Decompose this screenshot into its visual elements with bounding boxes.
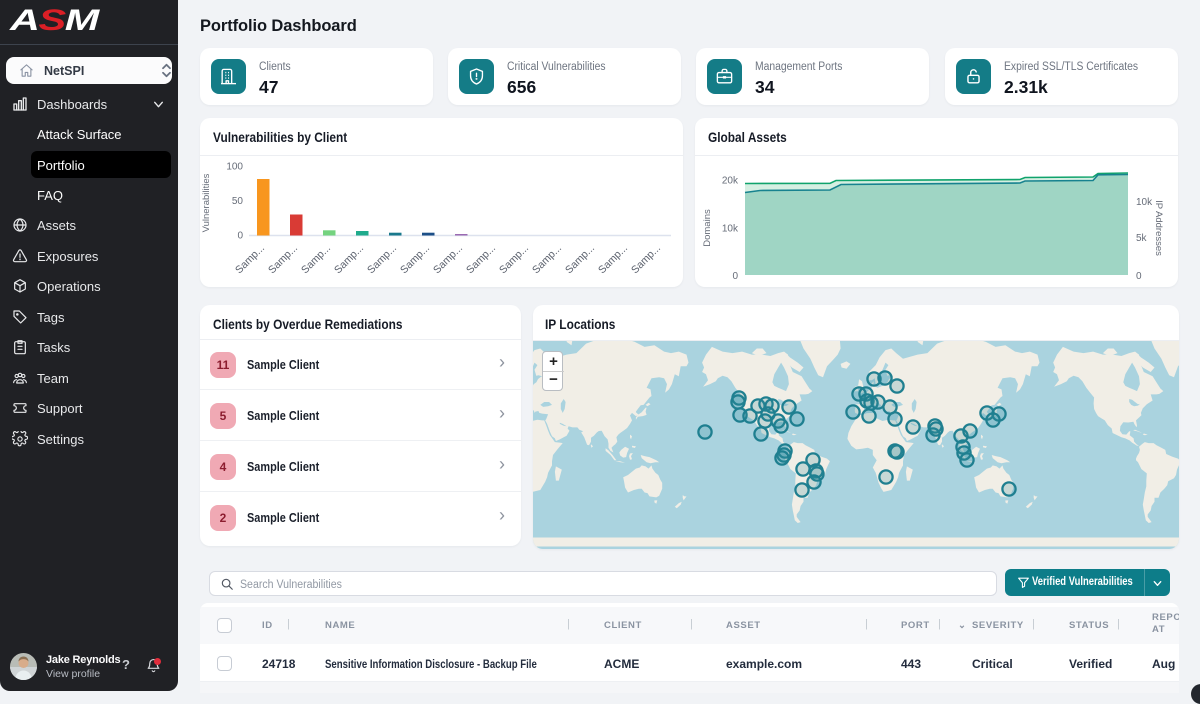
svg-text:Samp...: Samp...	[629, 242, 663, 276]
svg-text:Samp...: Samp...	[299, 242, 333, 276]
svg-text:0: 0	[732, 271, 738, 282]
svg-text:Domains: Domains	[702, 209, 713, 247]
svg-text:Samp...: Samp...	[398, 242, 432, 276]
svg-text:10k: 10k	[1136, 197, 1153, 208]
svg-text:Samp...: Samp...	[266, 242, 300, 276]
svg-text:100: 100	[226, 162, 243, 173]
svg-text:IP Addresses: IP Addresses	[1153, 200, 1164, 256]
svg-text:Samp...: Samp...	[530, 242, 564, 276]
svg-text:Samp...: Samp...	[431, 242, 465, 276]
svg-text:50: 50	[232, 196, 244, 207]
svg-text:10k: 10k	[722, 224, 739, 235]
svg-text:5k: 5k	[1136, 233, 1148, 244]
svg-text:20k: 20k	[722, 176, 739, 187]
svg-text:Samp...: Samp...	[233, 242, 267, 276]
svg-text:0: 0	[1136, 271, 1142, 282]
svg-text:Vulnerabilities: Vulnerabilities	[201, 173, 212, 232]
svg-text:Samp...: Samp...	[365, 242, 399, 276]
svg-text:Samp...: Samp...	[563, 242, 597, 276]
svg-text:Samp...: Samp...	[464, 242, 498, 276]
svg-text:Samp...: Samp...	[332, 242, 366, 276]
svg-text:Samp...: Samp...	[497, 242, 531, 276]
svg-text:0: 0	[237, 231, 243, 242]
svg-text:Samp...: Samp...	[596, 242, 630, 276]
